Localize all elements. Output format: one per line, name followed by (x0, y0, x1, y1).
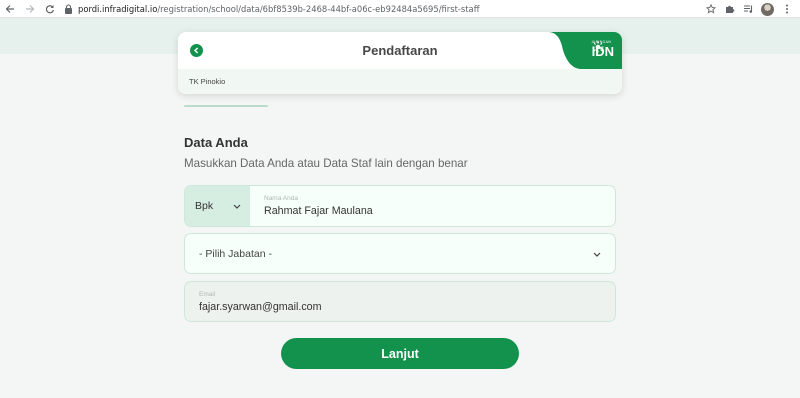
email-field[interactable]: Email fajar.syarwan@gmail.com (184, 281, 616, 322)
salutation-value: Bpk (195, 200, 214, 212)
back-arrow-icon[interactable] (0, 0, 20, 18)
star-icon[interactable] (701, 0, 720, 18)
section-title: Data Anda (184, 135, 248, 150)
url-path: /registration/school/data/6bf8539b-2468-… (157, 3, 480, 14)
url-host: pordi.infradigital.io (78, 3, 158, 14)
name-field-group: Bpk Nama Anda Rahmat Fajar Maulana (184, 185, 616, 227)
lock-icon (65, 3, 72, 14)
forward-arrow-icon[interactable] (20, 0, 40, 18)
browser-toolbar: pordi.infradigital.io/registration/schoo… (0, 0, 800, 18)
chevron-down-icon (233, 204, 241, 209)
email-value: fajar.syarwan@gmail.com (199, 301, 322, 313)
position-select[interactable]: - Pilih Jabatan - (184, 233, 616, 274)
name-label: Nama Anda (264, 195, 298, 202)
chevron-left-icon (193, 47, 199, 54)
address-bar[interactable]: pordi.infradigital.io/registration/schoo… (64, 2, 479, 16)
section-description: Masukkan Data Anda atau Data Staf lain d… (184, 157, 468, 170)
brand-logo: JARINGAN IDN (548, 32, 622, 69)
chevron-down-icon (593, 252, 601, 257)
salutation-select[interactable]: Bpk (185, 186, 250, 226)
school-bar: TK Pinokio (178, 69, 622, 94)
continue-button[interactable]: Lanjut (281, 338, 519, 369)
page-title: Pendaftaran (362, 43, 438, 58)
kebab-menu-icon[interactable] (777, 0, 796, 18)
registration-header-card: Pendaftaran JARINGAN IDN TK Pinokio (178, 32, 622, 94)
profile-avatar (761, 2, 774, 16)
back-button[interactable] (190, 44, 203, 57)
school-name: TK Pinokio (189, 77, 226, 86)
profile-avatar-button[interactable] (758, 0, 777, 18)
name-value: Rahmat Fajar Maulana (264, 205, 373, 217)
reload-icon[interactable] (40, 0, 60, 18)
position-value: - Pilih Jabatan - (199, 247, 272, 260)
name-input[interactable]: Nama Anda Rahmat Fajar Maulana (250, 186, 373, 226)
sun-logo-icon (592, 41, 604, 53)
email-label: Email (199, 291, 216, 298)
step-progress-indicator (184, 105, 268, 107)
media-icon[interactable] (739, 0, 758, 18)
extensions-icon[interactable] (720, 0, 739, 18)
